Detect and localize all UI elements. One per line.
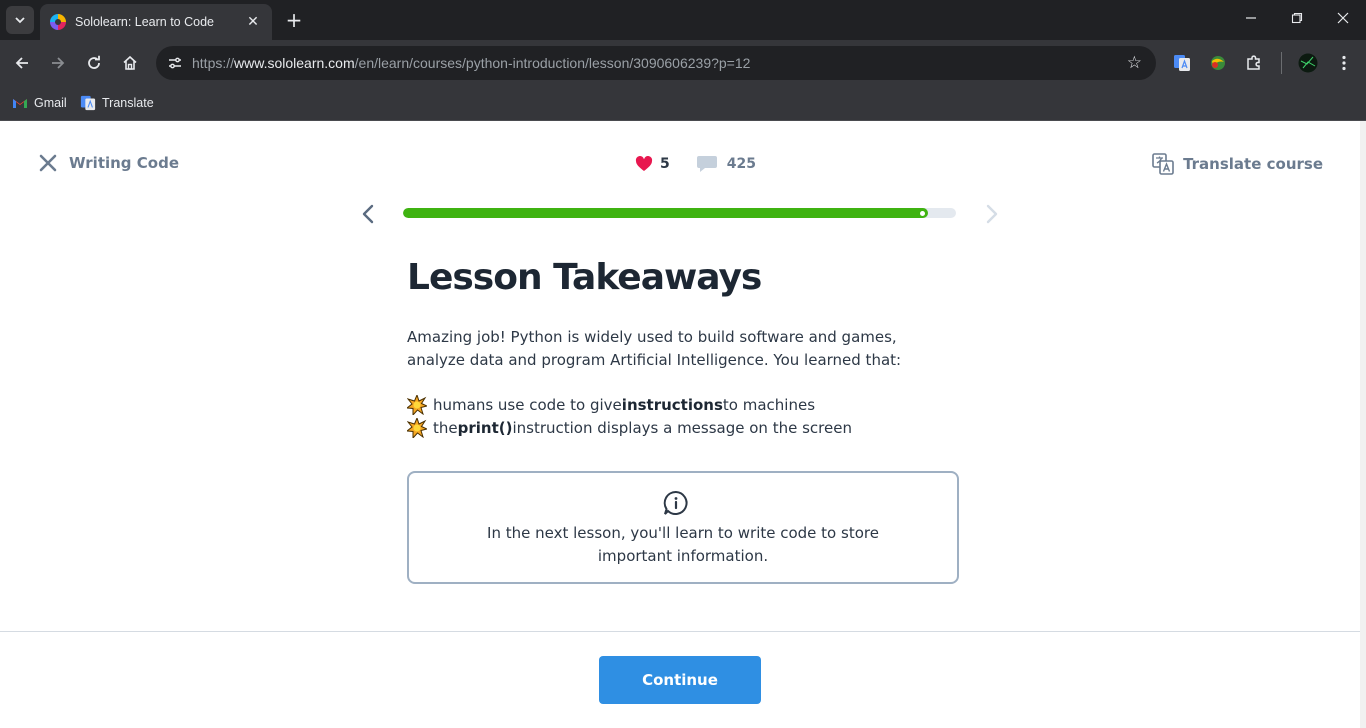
bookmark-label: Gmail	[34, 96, 67, 110]
globe-extension-icon	[1211, 56, 1225, 70]
browser-menu-button[interactable]	[1333, 52, 1355, 74]
takeaways-intro: Amazing job! Python is widely used to bu…	[407, 328, 902, 369]
toolbar-divider	[1281, 52, 1282, 74]
forward-button[interactable]	[45, 50, 71, 76]
profile-avatar[interactable]	[1297, 52, 1319, 74]
translate-icon	[80, 95, 96, 111]
bookmark-star-icon[interactable]: ☆	[1127, 54, 1142, 72]
comments-count: 425	[726, 156, 756, 172]
restore-button[interactable]	[1282, 8, 1312, 32]
more-vert-icon	[1342, 55, 1346, 71]
gmail-icon	[12, 95, 28, 111]
close-icon	[1337, 12, 1349, 24]
bookmark-gmail[interactable]: Gmail	[12, 92, 67, 114]
exit-lesson-button[interactable]: Writing Code	[38, 153, 179, 173]
site-info-button[interactable]	[158, 46, 192, 80]
puzzle-icon	[1247, 55, 1260, 70]
bookmark-label: Translate	[102, 96, 154, 110]
takeaway-item: humans use code to give instructions to …	[407, 394, 852, 417]
tab-close-icon[interactable]: ✕	[244, 14, 262, 30]
previous-step-button[interactable]	[358, 203, 378, 225]
tab-title: Sololearn: Learn to Code	[75, 15, 214, 29]
takeaway-text: the	[433, 418, 458, 437]
close-icon	[39, 154, 57, 172]
url-path: /en/learn/courses/python-introduction/le…	[354, 55, 751, 71]
lesson-name: Writing Code	[69, 154, 179, 172]
reload-icon	[88, 55, 100, 69]
arrow-left-icon	[15, 57, 28, 69]
active-tab[interactable]: Sololearn: Learn to Code ✕	[40, 4, 272, 40]
chevron-down-icon	[15, 17, 25, 24]
new-tab-button[interactable]: +	[282, 8, 306, 32]
next-step-button[interactable]	[982, 203, 1002, 225]
hearts-counter[interactable]: 5	[635, 156, 670, 172]
arrow-right-icon	[52, 57, 65, 69]
restore-icon	[1291, 12, 1303, 24]
minimize-icon	[1246, 17, 1256, 19]
info-chat-icon	[663, 490, 688, 515]
continue-button[interactable]: Continue	[599, 656, 761, 704]
tab-search-button[interactable]	[6, 6, 34, 34]
footer-divider	[0, 631, 1360, 632]
home-button[interactable]	[117, 50, 143, 76]
takeaway-text: to machines	[722, 396, 816, 414]
close-window-button[interactable]	[1328, 8, 1358, 32]
heart-icon	[635, 156, 653, 171]
lesson-progress-fill	[403, 208, 929, 218]
takeaway-text: instruction displays a message on the sc…	[512, 418, 852, 437]
takeaway-text: humans use code to give	[433, 396, 622, 414]
sololearn-favicon-icon	[50, 14, 66, 30]
takeaways-list: humans use code to give instructions to …	[407, 394, 852, 439]
sparkle-burst-icon	[407, 417, 427, 438]
hearts-count: 5	[660, 156, 670, 172]
home-icon	[123, 55, 137, 70]
takeaway-keyword: instructions	[621, 396, 723, 414]
lesson-progress-bar	[403, 208, 956, 218]
translate-course-button[interactable]: Translate course	[1152, 153, 1323, 175]
takeaway-keyword: print()	[457, 418, 513, 437]
google-translate-extension[interactable]	[1171, 52, 1193, 74]
tune-icon	[169, 57, 181, 69]
minimize-button[interactable]	[1236, 8, 1266, 32]
colorful-extension[interactable]	[1207, 52, 1229, 74]
url-text[interactable]: https://www.sololearn.com/en/learn/cours…	[192, 55, 750, 71]
next-lesson-info-card: In the next lesson, you'll learn to writ…	[407, 471, 959, 584]
comment-icon	[696, 156, 717, 172]
lesson-heading: Lesson Takeaways	[407, 257, 762, 298]
takeaway-item: the print() instruction displays a messa…	[407, 417, 852, 440]
lesson-stats: 5 425	[635, 155, 756, 173]
sparkle-burst-icon	[407, 395, 427, 416]
browser-tab-strip: Sololearn: Learn to Code ✕ +	[0, 0, 1366, 40]
url-scheme: https://	[192, 55, 235, 71]
back-button[interactable]	[9, 50, 35, 76]
bookmark-translate[interactable]: Translate	[80, 92, 154, 114]
translate-icon	[1152, 153, 1174, 175]
browser-toolbar: https://www.sololearn.com/en/learn/cours…	[0, 40, 1366, 86]
reload-button[interactable]	[81, 50, 107, 76]
page-scrollbar[interactable]	[1360, 121, 1366, 728]
google-translate-icon	[1174, 55, 1190, 71]
address-bar[interactable]: https://www.sololearn.com/en/learn/cours…	[156, 46, 1156, 80]
translate-course-label: Translate course	[1183, 155, 1323, 173]
avatar-icon	[1298, 53, 1318, 73]
extensions-button[interactable]	[1243, 52, 1265, 74]
bookmarks-bar: Gmail Translate	[0, 86, 1366, 121]
url-host: www.sololearn.com	[234, 55, 355, 71]
lesson-page: Writing Code 5 425 Translate course Less…	[0, 121, 1366, 728]
next-lesson-text: In the next lesson, you'll learn to writ…	[487, 524, 879, 565]
comments-counter[interactable]: 425	[696, 155, 756, 173]
